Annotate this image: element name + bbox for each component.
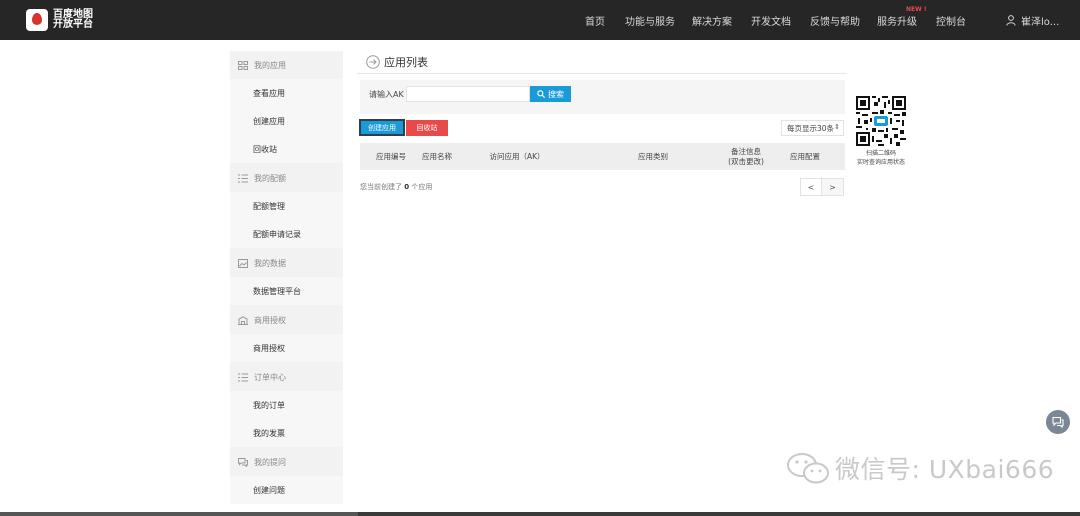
sidebar-section-label: 我的配额: [254, 173, 286, 183]
search-label: 请输入AK: [369, 90, 404, 99]
col-app-category: 应用类别: [638, 151, 668, 161]
sidebar-section-orders[interactable]: 订单中心: [230, 363, 343, 391]
chat-icon: [238, 457, 248, 467]
per-page-select[interactable]: 每页显示30条 ⇕: [781, 120, 844, 136]
chat-bubble-icon: [1052, 416, 1064, 429]
sidebar-section-questions[interactable]: 我的提问: [230, 448, 343, 476]
summary-count: 0: [404, 183, 410, 191]
sidebar: 我的应用 查看应用 创建应用 回收站 我的配额 配额管理 配额申请记录 我的数据…: [230, 51, 343, 504]
sidebar-section-label: 我的提问: [254, 457, 286, 467]
summary-prefix: 您当前创建了: [360, 183, 402, 191]
col-app-remarks: 备注信息 (双击更改): [728, 146, 764, 166]
app-table-header: 应用编号 应用名称 访问应用（AK） 应用类别 备注信息 (双击更改) 应用配置: [360, 143, 845, 170]
sidebar-section-my-quota[interactable]: 我的配额: [230, 164, 343, 192]
brand-name: 百度地图 开放平台: [53, 10, 95, 30]
sidebar-item-my-invoices[interactable]: 我的发票: [230, 419, 343, 447]
sidebar-section-commercial[interactable]: 商用授权: [230, 306, 343, 334]
baidu-map-logo-icon: [26, 9, 48, 31]
col-app-name: 应用名称: [422, 151, 452, 161]
page-title-text: 应用列表: [384, 56, 428, 69]
per-page-value: 每页显示30条: [787, 123, 835, 133]
pagination: < >: [800, 178, 844, 196]
grid-icon: [238, 60, 248, 70]
top-navbar: 百度地图 开放平台 首页 功能与服务 解决方案 开发文档 反馈与帮助 服务升级 …: [0, 0, 1080, 40]
nav-item-upgrade[interactable]: 服务升级: [877, 13, 917, 28]
qr-caption: 扫描二维码 实时查询应用状态: [850, 149, 912, 167]
watermark-text: 微信号: UXbai666: [835, 455, 1055, 484]
qr-caption-line-1: 扫描二维码: [865, 150, 896, 157]
user-icon: [1006, 15, 1016, 26]
online-chat-button[interactable]: [1046, 410, 1070, 434]
nav-item-solutions[interactable]: 解决方案: [692, 13, 732, 28]
brand-logo[interactable]: 百度地图 开放平台: [26, 9, 95, 31]
title-divider: [357, 73, 847, 74]
sidebar-item-commercial-license[interactable]: 商用授权: [230, 334, 343, 362]
sidebar-section-label: 商用授权: [254, 315, 286, 325]
col-app-ak: 访问应用（AK）: [489, 151, 545, 161]
list-icon: [238, 174, 248, 182]
brand-line-2: 开放平台: [53, 19, 93, 30]
image-icon: [238, 258, 248, 268]
building-icon: [238, 315, 248, 325]
sidebar-item-create-app[interactable]: 创建应用: [230, 107, 343, 135]
nav-item-home[interactable]: 首页: [585, 13, 605, 28]
search-icon: [537, 90, 545, 98]
create-app-button[interactable]: 创建应用: [359, 119, 405, 136]
sidebar-section-label: 订单中心: [254, 372, 286, 382]
recycle-bin-button[interactable]: 回收站: [406, 120, 448, 136]
sidebar-item-quota-management[interactable]: 配额管理: [230, 192, 343, 220]
sidebar-item-view-apps[interactable]: 查看应用: [230, 79, 343, 107]
bottom-scrollbar[interactable]: [0, 512, 1080, 516]
summary-suffix: 个应用: [411, 183, 433, 191]
new-badge: NEW !: [906, 6, 927, 13]
col-app-id: 应用编号: [376, 151, 406, 161]
arrow-circle-icon: [366, 55, 380, 69]
sidebar-section-my-data[interactable]: 我的数据: [230, 249, 343, 277]
sidebar-section-label: 我的数据: [254, 258, 286, 268]
nav-item-console[interactable]: 控制台: [936, 13, 966, 28]
sidebar-item-recycle-bin[interactable]: 回收站: [230, 135, 343, 163]
sidebar-item-data-platform[interactable]: 数据管理平台: [230, 277, 343, 305]
wechat-icon: [787, 453, 829, 484]
qr-caption-line-2: 实时查询应用状态: [856, 159, 905, 166]
sidebar-item-my-orders[interactable]: 我的订单: [230, 391, 343, 419]
search-button-label: 搜索: [548, 89, 564, 99]
updown-arrow-icon: ⇕: [834, 123, 840, 131]
nav-item-docs[interactable]: 开发文档: [751, 13, 791, 28]
user-name: 崔泽lo...: [1021, 17, 1060, 28]
app-count-summary: 您当前创建了 0 个应用: [360, 182, 432, 192]
sidebar-item-create-question[interactable]: 创建问题: [230, 476, 343, 504]
qr-code-icon: [856, 96, 906, 146]
next-page-button[interactable]: >: [822, 178, 844, 196]
sidebar-item-quota-requests[interactable]: 配额申请记录: [230, 220, 343, 248]
search-button[interactable]: 搜索: [530, 86, 571, 102]
user-menu[interactable]: 崔泽lo...: [1006, 13, 1059, 28]
nav-item-features[interactable]: 功能与服务: [625, 13, 675, 28]
prev-page-button[interactable]: <: [800, 178, 822, 196]
page-title: 应用列表: [366, 54, 428, 70]
ak-search-input[interactable]: [406, 86, 530, 102]
sidebar-section-my-apps[interactable]: 我的应用: [230, 51, 343, 79]
nav-item-feedback[interactable]: 反馈与帮助: [810, 13, 860, 28]
list-icon: [238, 373, 248, 381]
sidebar-section-label: 我的应用: [254, 60, 286, 70]
wechat-watermark: 微信号: UXbai666: [785, 450, 1054, 486]
col-app-config: 应用配置: [790, 151, 820, 161]
